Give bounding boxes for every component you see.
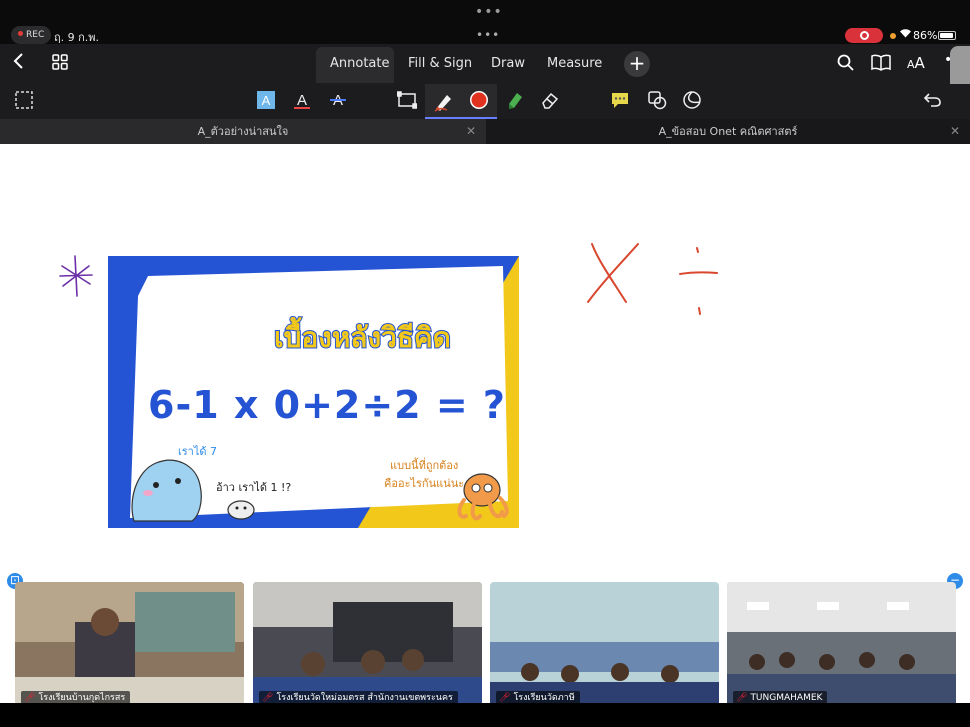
annotation-toolbar: A A A xyxy=(0,84,970,119)
slide-note-right-1: แบบนี้ที่ถูกต้อง xyxy=(390,459,459,472)
close-icon[interactable]: ✕ xyxy=(950,119,960,144)
mic-indicator-dot xyxy=(890,33,896,39)
svg-text:A: A xyxy=(262,93,271,108)
status-bar: ••• REC ฤ. 9 ก.พ. ••• 86% xyxy=(0,0,970,48)
doc-tab-title: A_ตัวอย่างน่าสนใจ xyxy=(197,125,289,138)
svg-text:A: A xyxy=(297,92,307,109)
video-label-text: โรงเรียนวัดใหม่อมตรส สำนักงานเขตพระนคร xyxy=(276,693,453,703)
video-label-text: โรงเรียนบ้านกุดไกรสร xyxy=(38,693,126,703)
video-tile[interactable]: 🎤︎ โรงเรียนวัดภาษี xyxy=(490,582,719,709)
record-dot-icon xyxy=(18,31,23,36)
rec-badge: REC xyxy=(11,26,52,44)
grid-view-icon[interactable] xyxy=(52,54,68,75)
classroom-video-image xyxy=(253,582,482,709)
video-participants-strip: ⊡ − 🎤︎โรงเรียนบ้านกุดไกรสร 🎤︎โรงเรียนว xyxy=(0,570,970,709)
slide-note-1: อ้าว เราได้ 1 !? xyxy=(216,481,292,494)
screen-record-indicator[interactable] xyxy=(845,28,883,43)
classroom-video-image xyxy=(727,582,956,709)
window-dots[interactable]: ••• xyxy=(476,28,500,42)
highlighter-icon[interactable] xyxy=(505,90,527,112)
battery-icon xyxy=(938,31,956,40)
app-window: ••• REC ฤ. 9 ก.พ. ••• 86% Annotate Fill … xyxy=(0,0,970,727)
tab-measure[interactable]: Measure xyxy=(547,56,602,71)
rec-label: REC xyxy=(26,30,45,40)
cross-annotation xyxy=(587,243,639,303)
document-tabs: A_ตัวอย่างน่าสนใจ ✕ A_ข้อสอบ Onet คณิตศา… xyxy=(0,119,970,144)
close-icon[interactable]: ✕ xyxy=(466,119,476,144)
video-label-text: TUNGMAHAMEK xyxy=(750,693,823,703)
octopus-mascot-image xyxy=(457,473,509,521)
tab-annotate[interactable]: Annotate xyxy=(330,56,389,71)
wifi-icon xyxy=(899,27,912,41)
slide-title: เบื้องหลังวิธีคิด xyxy=(273,320,452,355)
stamp-icon[interactable] xyxy=(682,90,704,112)
back-icon[interactable] xyxy=(12,52,24,75)
doc-tab-title: A_ข้อสอบ Onet คณิตศาสตร์ xyxy=(658,125,798,138)
tab-fill-sign[interactable]: Fill & Sign xyxy=(408,56,472,71)
record-icon xyxy=(860,31,869,40)
pen-icon[interactable] xyxy=(433,90,455,112)
search-icon[interactable] xyxy=(837,54,854,76)
lasso-select-icon[interactable] xyxy=(14,90,36,112)
bottom-bar xyxy=(0,703,970,727)
video-tile[interactable]: 🎤︎ TUNGMAHAMEK xyxy=(727,582,956,709)
blue-mascot-image xyxy=(131,459,202,522)
asterisk-annotation xyxy=(59,255,93,297)
small-mascot-image xyxy=(227,500,255,520)
video-tile[interactable]: 🎤︎ โรงเรียนบ้านกุดไกรสร xyxy=(15,582,244,709)
divide-annotation xyxy=(679,247,718,315)
classroom-video-image xyxy=(490,582,719,709)
slide-image: เบื้องหลังวิธีคิด 6-1 x 0+2÷2 = ? เราได้… xyxy=(108,256,519,528)
undo-icon[interactable] xyxy=(923,90,945,112)
color-picker-red[interactable] xyxy=(469,90,491,112)
text-underline-icon[interactable]: A xyxy=(292,90,314,112)
text-box-icon[interactable] xyxy=(396,90,419,112)
navigation-bar: Annotate Fill & Sign Draw Measure + AA • xyxy=(0,44,970,84)
text-size-icon[interactable]: AA xyxy=(907,54,925,72)
battery-percent: 86% xyxy=(913,29,938,42)
classroom-video-image xyxy=(15,582,244,709)
video-tile[interactable]: 🎤︎ โรงเรียนวัดใหม่อมตรส สำนักงานเขตพระนคร xyxy=(253,582,482,709)
video-label-text: โรงเรียนวัดภาษี xyxy=(513,693,575,703)
eraser-icon[interactable] xyxy=(540,90,562,112)
multitask-dots[interactable]: ••• xyxy=(475,4,503,20)
text-highlight-icon[interactable]: A xyxy=(256,90,278,112)
book-icon[interactable] xyxy=(871,54,891,76)
doc-tab-2[interactable]: A_ข้อสอบ Onet คณิตศาสตร์ ✕ xyxy=(486,119,970,144)
shapes-icon[interactable] xyxy=(647,90,669,112)
tab-draw[interactable]: Draw xyxy=(491,56,525,71)
comment-icon[interactable] xyxy=(610,90,632,112)
slide-note-7: เราได้ 7 xyxy=(178,445,218,458)
text-strikethrough-icon[interactable]: A xyxy=(328,90,350,112)
add-tool-button[interactable]: + xyxy=(624,51,650,77)
slide-equation: 6-1 x 0+2÷2 = ? xyxy=(148,383,506,427)
doc-tab-1[interactable]: A_ตัวอย่างน่าสนใจ ✕ xyxy=(0,119,486,144)
